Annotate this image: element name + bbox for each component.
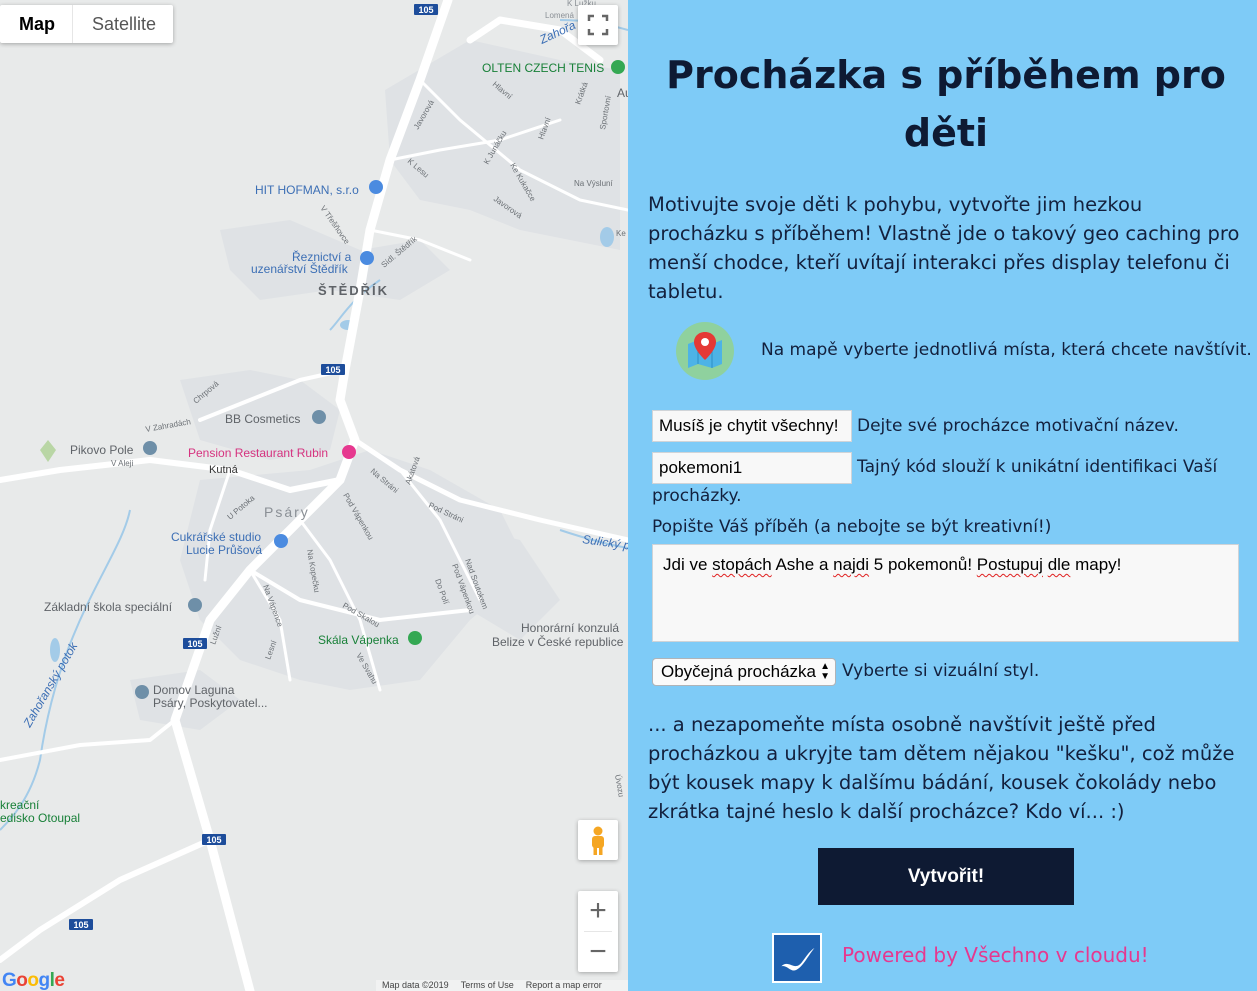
place-poi-icon xyxy=(143,441,157,455)
road-shield-label: 105 xyxy=(418,5,433,15)
walk-name-hint: Dejte své procházce motivační název. xyxy=(857,416,1179,436)
step-instruction: Na mapě vyberte jednotlivá místa, která … xyxy=(761,340,1252,360)
road-shield-label: 105 xyxy=(187,639,202,649)
outro-text: ... a nezapomeňte místa osobně navštívit… xyxy=(648,713,1235,823)
intro-text: Motivujte svoje děti k pohybu, vytvořte … xyxy=(648,193,1240,303)
map-pin-icon xyxy=(676,322,734,380)
place-label: HIT HOFMAN, s.r.o xyxy=(255,183,359,197)
beauty-poi-icon xyxy=(312,410,326,424)
terms-link[interactable]: Terms of Use xyxy=(461,980,514,991)
visual-style-select[interactable]: Obyčejná procházka ▲ ▼ xyxy=(652,658,836,686)
create-walk-panel: Procházka s příběhem pro děti Motivujte … xyxy=(628,0,1257,991)
place-label: kreační xyxy=(0,798,40,812)
report-error-link[interactable]: Report a map error xyxy=(526,980,602,991)
place-label: Belize v České republice xyxy=(492,634,624,649)
place-label: Psáry, Poskytovatel... xyxy=(153,696,268,710)
place-label: Základní škola speciální xyxy=(44,600,173,614)
shop-poi-icon xyxy=(360,251,374,265)
story-label: Popište Váš příběh (a nebojte se být kre… xyxy=(652,517,1052,537)
place-label: edisko Otoupal xyxy=(0,811,80,825)
page-title: Procházka s příběhem pro děti xyxy=(666,53,1226,155)
street-label: Na Výsluní xyxy=(574,179,613,188)
village-label: Psáry xyxy=(264,504,310,520)
street-view-pegman-button[interactable] xyxy=(578,820,618,860)
water-label: Sulický p xyxy=(582,532,628,553)
place-label: Skála Vápenka xyxy=(318,633,399,647)
secret-code-hint-cont: procházky. xyxy=(652,486,742,506)
place-label: Pikovo Pole xyxy=(70,443,134,457)
street-label: Ke xyxy=(616,229,626,238)
place-label: Lucie Průšová xyxy=(186,543,262,557)
google-logo[interactable]: Google xyxy=(2,970,65,991)
place-label: BB Cosmetics xyxy=(225,412,300,426)
park-area-icon xyxy=(40,440,56,462)
street-label: Lomená xyxy=(545,11,574,20)
place-label: Honorární konzulá xyxy=(521,621,619,635)
create-button[interactable]: Vytvořit! xyxy=(818,848,1074,905)
street-label: Úvozu xyxy=(613,774,626,798)
map-data-text: Map data ©2019 xyxy=(382,980,449,990)
shop-poi-icon xyxy=(369,180,383,194)
secret-code-input[interactable]: pokemoni1 xyxy=(652,452,852,484)
place-poi-icon xyxy=(135,685,149,699)
zoom-out-button[interactable]: − xyxy=(578,932,618,972)
road-shield-label: 105 xyxy=(206,835,221,845)
village-label: ŠTĚDŘÍK xyxy=(318,283,389,298)
park-poi-icon xyxy=(408,631,422,645)
secret-code-hint: Tajný kód slouží k unikátní identifikaci… xyxy=(857,457,1218,477)
zoom-control: + − xyxy=(578,891,618,972)
visual-style-value: Obyčejná procházka xyxy=(661,662,816,681)
road-shield-label: 105 xyxy=(325,365,340,375)
map-type-map-button[interactable]: Map xyxy=(0,5,73,43)
sport-poi-icon xyxy=(611,60,625,74)
visual-style-hint: Vyberte si vizuální styl. xyxy=(842,661,1040,681)
vsechno-v-cloudu-logo-icon[interactable] xyxy=(772,933,822,983)
place-label: OLTEN CZECH TENIS xyxy=(482,61,604,75)
school-poi-icon xyxy=(188,598,202,612)
fullscreen-button[interactable] xyxy=(578,5,618,45)
map[interactable]: 105 105 105 105 105 OLTEN CZECH TENIS HI… xyxy=(0,0,628,991)
place-label: uzenářství Štědřík xyxy=(251,261,349,276)
place-label: Cukrářské studio xyxy=(171,530,261,544)
pegman-icon xyxy=(592,826,604,855)
story-textarea[interactable]: Jdi ve stopách Ashe a najdi 5 pokemonů! … xyxy=(652,544,1239,642)
map-type-control: Map Satellite xyxy=(0,5,174,43)
street-label: Au xyxy=(617,86,628,100)
street-label: Kutná xyxy=(209,464,239,476)
map-type-satellite-button[interactable]: Satellite xyxy=(73,5,173,43)
map-attribution: Map data ©2019 Terms of Use Report a map… xyxy=(376,980,628,991)
street-label: V Zahradách xyxy=(145,417,192,434)
map-canvas[interactable]: 105 105 105 105 105 OLTEN CZECH TENIS HI… xyxy=(0,0,628,991)
select-arrows-icon: ▲ ▼ xyxy=(820,661,830,682)
fullscreen-icon xyxy=(587,14,609,36)
road-shield-label: 105 xyxy=(73,920,88,930)
shop-poi-icon xyxy=(274,534,288,548)
street-label: V Aleji xyxy=(111,459,133,468)
place-label: Pension Restaurant Rubin xyxy=(188,446,328,460)
hotel-poi-icon xyxy=(342,445,356,459)
powered-by-link[interactable]: Powered by Všechno v cloudu! xyxy=(842,943,1149,967)
zoom-in-button[interactable]: + xyxy=(578,891,618,931)
walk-name-input[interactable]: Musíš je chytit všechny! xyxy=(652,410,852,442)
place-label: Domov Laguna xyxy=(153,683,235,697)
